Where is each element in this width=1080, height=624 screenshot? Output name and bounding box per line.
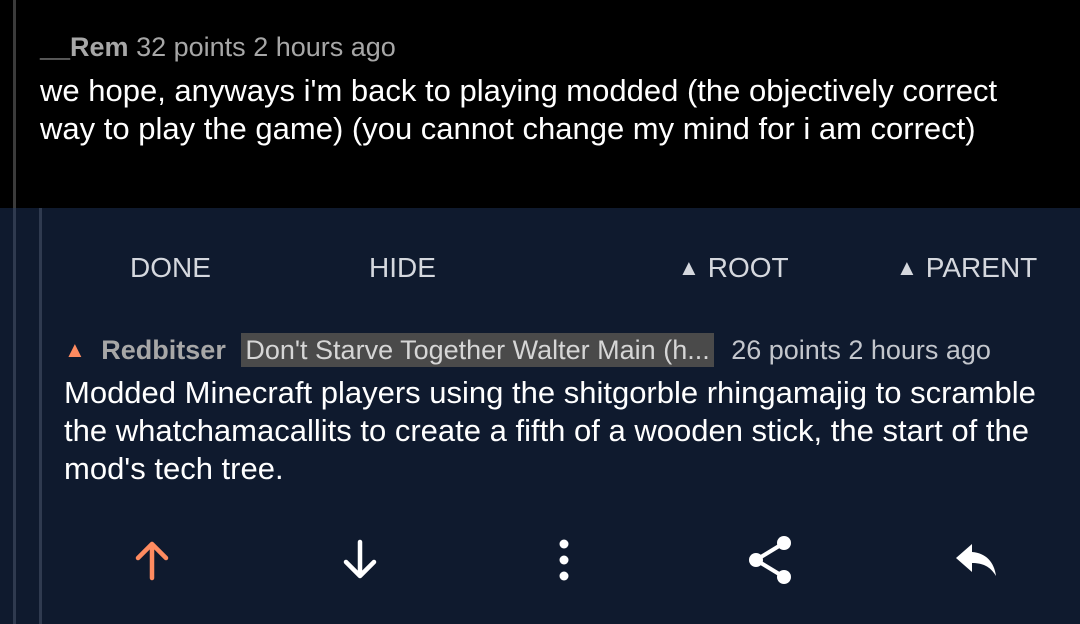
triangle-up-icon: ▲ (896, 255, 918, 280)
parent-comment-body: we hope, anyways i'm back to playing mod… (40, 73, 998, 146)
share-icon (749, 536, 791, 584)
selected-comment-body: Modded Minecraft players using the shitg… (64, 375, 1036, 486)
selected-comment-meta: ▲ Redbitser Don't Starve Together Walter… (64, 330, 991, 370)
user-flair: Don't Starve Together Walter Main (h... (241, 333, 714, 367)
reply-button[interactable] (946, 530, 1006, 590)
root-button[interactable]: ▲ ROOT (678, 246, 789, 292)
selected-comment-points: 26 points (731, 335, 841, 365)
done-button[interactable]: DONE (130, 246, 211, 290)
selected-comment-time: 2 hours ago (848, 335, 991, 365)
triangle-up-icon: ▲ (678, 255, 700, 280)
downvote-button[interactable] (330, 530, 390, 590)
parent-comment-time: 2 hours ago (253, 32, 396, 62)
downvote-arrow-icon (343, 539, 377, 579)
comment-thread-screen: __Rem 32 points 2 hours ago we hope, any… (0, 0, 1080, 624)
more-options-button[interactable] (534, 530, 594, 590)
parent-comment[interactable]: __Rem 32 points 2 hours ago we hope, any… (0, 0, 1080, 208)
hide-label: HIDE (369, 252, 436, 283)
upvoted-triangle-icon: ▲ (64, 337, 86, 362)
comment-action-bar: DONE HIDE ▲ ROOT ▲ PARENT (42, 246, 1080, 290)
parent-comment-points: 32 points (136, 32, 246, 62)
comment-icon-bar (42, 530, 1080, 590)
parent-label: PARENT (925, 252, 1038, 283)
thread-indent-line (13, 208, 16, 624)
selected-comment[interactable]: DONE HIDE ▲ ROOT ▲ PARENT ▲ Redbitser Don'… (0, 208, 1080, 624)
share-button[interactable] (740, 530, 800, 590)
selected-comment-author[interactable]: Redbitser (101, 335, 226, 365)
reply-icon (956, 544, 996, 576)
parent-comment-author[interactable]: __Rem (40, 32, 129, 62)
upvote-arrow-icon (135, 541, 169, 581)
parent-button[interactable]: ▲ PARENT (896, 246, 1037, 292)
parent-comment-meta: __Rem 32 points 2 hours ago (40, 30, 396, 64)
more-options-icon (559, 539, 569, 581)
root-label: ROOT (707, 252, 789, 283)
done-label: DONE (130, 252, 211, 283)
hide-button[interactable]: HIDE (369, 246, 436, 290)
thread-indent-line (13, 0, 16, 208)
upvote-button[interactable] (122, 530, 182, 590)
